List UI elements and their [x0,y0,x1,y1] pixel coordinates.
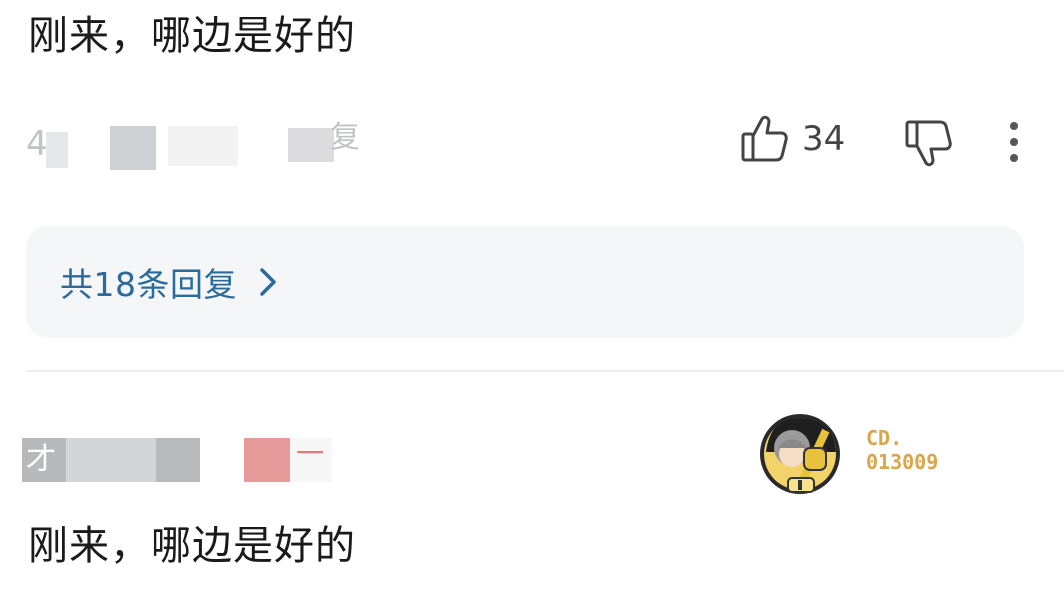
meta-fragment-left: 才 [26,442,56,477]
redacted-block [244,438,290,482]
fan-badge[interactable]: CD. 013009 [748,408,962,502]
divider [26,370,1064,372]
comment-text: 刚来，哪边是好的 [28,523,356,569]
redacted-block [168,126,238,166]
like-count: 34 [802,119,846,159]
replies-count-label: 共18条回复 [60,265,237,304]
like-button[interactable]: 34 [740,114,845,164]
redacted-block [288,128,334,162]
chevron-right-icon [259,267,277,297]
redacted-block [66,438,156,482]
more-options-button[interactable] [1004,120,1024,164]
fan-badge-avatar-icon [748,408,858,502]
redacted-block [46,132,68,168]
more-vertical-icon [1004,120,1024,164]
redacted-block [110,126,156,170]
dislike-button[interactable] [904,118,952,168]
meta-fragment-right: 复 [330,120,360,155]
badge-line2: 013009 [866,450,939,474]
thumbs-up-icon [740,114,788,164]
view-replies-button[interactable]: 共18条回复 [26,226,1024,338]
meta-fragment-left: 4 [26,124,48,164]
thumbs-down-icon [904,118,952,168]
badge-line1: CD. [866,426,903,450]
meta-fragment-right: 一 [296,437,325,470]
redacted-block [156,438,200,482]
comment-text: 刚来，哪边是好的 [28,13,356,59]
